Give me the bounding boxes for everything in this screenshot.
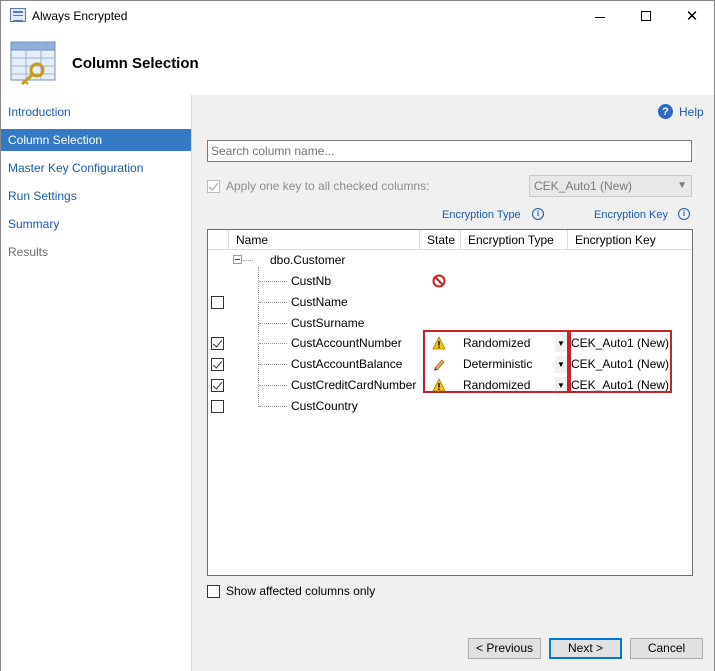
maximize-button[interactable] — [623, 1, 669, 31]
show-affected-row: Show affected columns only — [207, 584, 375, 598]
column-grid: Name State Encryption Type Encryption Ke… — [207, 229, 693, 576]
wizard-window: Always Encrypted ✕ Column Selection Intr… — [0, 0, 715, 671]
encryption-type-select[interactable]: Randomized ▼ — [460, 376, 567, 395]
header-encryption-type[interactable]: Encryption Type — [461, 230, 568, 250]
header-checkbox-cell — [208, 230, 228, 250]
column-name: CustCreditCardNumber — [291, 378, 417, 392]
page-title: Column Selection — [72, 55, 199, 72]
table-name: dbo.Customer — [270, 253, 346, 267]
chevron-down-icon: ▼ — [677, 180, 687, 191]
info-icon[interactable]: i — [532, 208, 544, 220]
warning-icon — [432, 378, 446, 392]
encryption-type-value: Randomized — [463, 336, 531, 350]
grid-header: Name State Encryption Type Encryption Ke… — [208, 230, 692, 250]
column-name: CustSurname — [291, 316, 365, 330]
page-header: Column Selection — [1, 31, 714, 95]
table-icon — [10, 8, 26, 22]
show-affected-checkbox[interactable] — [207, 584, 220, 598]
encryption-type-value: Deterministic — [463, 357, 533, 371]
column-name: CustName — [291, 295, 348, 309]
table-row: CustAccountBalance Deterministic ▼ CEK_A… — [208, 354, 692, 375]
help-link[interactable]: ? Help — [658, 104, 704, 119]
nav-item-master-key-configuration[interactable]: Master Key Configuration — [1, 157, 191, 179]
header-state[interactable]: State — [420, 230, 461, 250]
question-icon: ? — [658, 104, 673, 119]
info-icon[interactable]: i — [678, 208, 690, 220]
encryption-type-help-link[interactable]: Encryption Type — [442, 209, 521, 221]
nav-item-results: Results — [8, 245, 49, 259]
table-row: CustNb — [208, 271, 692, 292]
title-bar: Always Encrypted ✕ — [1, 1, 714, 31]
table-row: dbo.Customer — [208, 250, 692, 271]
apply-one-key-row: Apply one key to all checked columns: — [207, 179, 429, 193]
encryption-key-value[interactable]: CEK_Auto1 (New) — [571, 357, 669, 371]
help-label: Help — [679, 104, 704, 119]
column-name: CustNb — [291, 274, 332, 288]
table-row: CustCreditCardNumber Randomized ▼ CEK_Au… — [208, 375, 692, 396]
apply-one-key-label: Apply one key to all checked columns: — [226, 179, 430, 193]
encryption-type-select[interactable]: Deterministic ▼ — [460, 355, 567, 374]
table-row: CustSurname — [208, 313, 692, 334]
previous-button[interactable]: < Previous — [468, 638, 541, 659]
column-name: CustAccountBalance — [291, 357, 403, 371]
column-checkbox[interactable] — [211, 358, 224, 371]
cancel-button[interactable]: Cancel — [630, 638, 703, 659]
nav-item-run-settings[interactable]: Run Settings — [1, 185, 191, 207]
table-row: CustName — [208, 292, 692, 313]
wizard-nav: Introduction Column Selection Master Key… — [1, 95, 192, 671]
encryption-type-select[interactable]: Randomized ▼ — [460, 334, 567, 353]
nav-item-summary[interactable]: Summary — [1, 213, 191, 235]
next-button[interactable]: Next > — [549, 638, 622, 659]
show-affected-label: Show affected columns only — [226, 584, 376, 598]
nav-item-introduction[interactable]: Introduction — [1, 101, 191, 123]
column-name: CustCountry — [291, 399, 358, 413]
table-row: CustAccountNumber Randomized ▼ CEK_Auto1… — [208, 333, 692, 354]
column-checkbox[interactable] — [211, 337, 224, 350]
window-title: Always Encrypted — [32, 9, 128, 23]
table-key-icon — [10, 41, 56, 85]
main-panel: ? Help Apply one key to all checked colu… — [192, 95, 714, 671]
encryption-key-help-link[interactable]: Encryption Key — [594, 209, 668, 221]
column-checkbox[interactable] — [211, 296, 224, 309]
column-name: CustAccountNumber — [291, 336, 402, 350]
encryption-key-value[interactable]: CEK_Auto1 (New) — [571, 378, 669, 392]
column-checkbox[interactable] — [211, 400, 224, 413]
encryption-key-select[interactable]: CEK_Auto1 (New) ▼ — [529, 175, 692, 197]
minimize-icon — [595, 16, 605, 18]
header-encryption-key[interactable]: Encryption Key — [568, 230, 692, 250]
chevron-down-icon: ▼ — [555, 356, 567, 373]
warning-icon — [432, 336, 446, 350]
apply-one-key-checkbox[interactable] — [207, 179, 220, 193]
column-checkbox[interactable] — [211, 379, 224, 392]
minimize-button[interactable] — [577, 1, 623, 31]
encryption-type-value: Randomized — [463, 378, 531, 392]
blocked-icon — [432, 274, 446, 288]
chevron-down-icon: ▼ — [555, 377, 567, 394]
table-row: CustCountry — [208, 396, 692, 417]
close-button[interactable]: ✕ — [669, 1, 715, 31]
chevron-down-icon: ▼ — [555, 335, 567, 352]
encryption-key-select-value: CEK_Auto1 (New) — [534, 179, 633, 193]
encryption-key-value[interactable]: CEK_Auto1 (New) — [571, 336, 669, 350]
nav-item-column-selection[interactable]: Column Selection — [1, 129, 191, 151]
header-name[interactable]: Name — [228, 230, 420, 250]
search-input[interactable] — [207, 140, 692, 162]
close-icon: ✕ — [685, 6, 699, 25]
collapse-icon[interactable] — [233, 255, 242, 264]
maximize-icon — [641, 11, 651, 21]
pencil-icon — [434, 359, 445, 371]
